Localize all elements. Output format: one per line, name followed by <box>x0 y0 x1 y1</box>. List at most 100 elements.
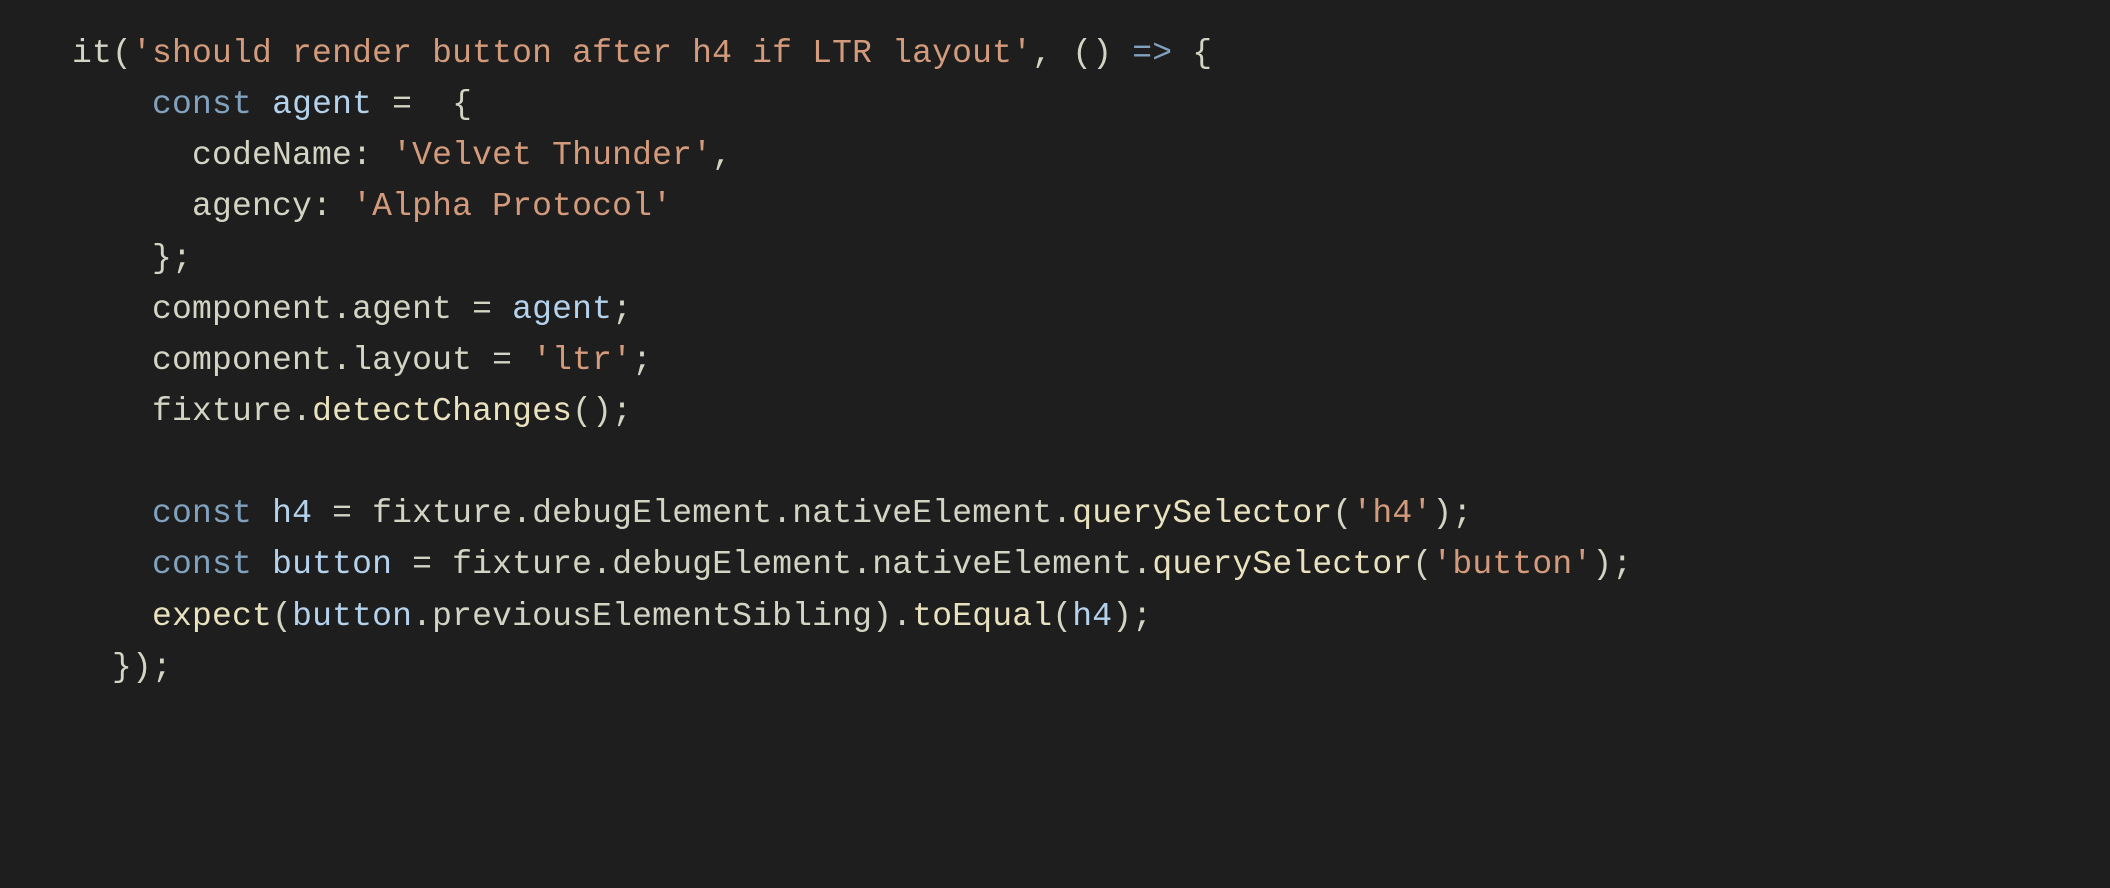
code-token: = <box>412 546 432 583</box>
code-token <box>72 393 152 430</box>
code-token: const <box>152 546 252 583</box>
code-token: it <box>72 35 112 72</box>
code-token: . <box>1132 546 1152 583</box>
code-token: ); <box>1112 598 1152 635</box>
code-token: => <box>1132 35 1172 72</box>
code-token <box>452 291 472 328</box>
code-token: previousElementSibling <box>432 598 872 635</box>
code-token <box>72 546 152 583</box>
code-token: = <box>332 495 352 532</box>
code-line: fixture.detectChanges(); <box>72 393 632 430</box>
code-token: const <box>152 495 252 532</box>
code-token: ; <box>612 291 632 328</box>
code-token <box>312 495 332 532</box>
code-token: . <box>852 546 872 583</box>
code-token: nativeElement <box>792 495 1052 532</box>
code-token: component <box>152 291 332 328</box>
code-token: ( <box>1052 598 1072 635</box>
code-token: }; <box>72 240 192 277</box>
code-token: 'h4' <box>1352 495 1432 532</box>
code-line: component.agent = agent; <box>72 291 632 328</box>
code-token <box>72 291 152 328</box>
code-token <box>72 137 192 174</box>
code-token <box>352 495 372 532</box>
code-token: layout <box>352 342 472 379</box>
code-line: agency: 'Alpha Protocol' <box>72 188 672 225</box>
code-block[interactable]: it('should render button after h4 if LTR… <box>0 0 2110 693</box>
code-token: debugElement <box>612 546 852 583</box>
code-line: it('should render button after h4 if LTR… <box>72 35 1212 72</box>
code-token: (); <box>572 393 632 430</box>
code-token: codeName <box>192 137 352 174</box>
code-token: querySelector <box>1072 495 1332 532</box>
code-token: . <box>292 393 312 430</box>
code-token: agent <box>352 291 452 328</box>
code-token: 'button' <box>1432 546 1592 583</box>
code-token <box>252 546 272 583</box>
code-line: }; <box>72 240 192 277</box>
code-token: fixture <box>452 546 592 583</box>
code-token: fixture <box>152 393 292 430</box>
code-token: h4 <box>1072 598 1112 635</box>
code-token: = <box>492 342 512 379</box>
code-token: fixture <box>372 495 512 532</box>
code-token <box>392 546 412 583</box>
code-token <box>252 86 272 123</box>
code-token <box>432 546 452 583</box>
code-token: { <box>412 86 472 123</box>
code-token: ( <box>1412 546 1432 583</box>
code-token: . <box>332 342 352 379</box>
code-token <box>472 342 492 379</box>
code-token: . <box>592 546 612 583</box>
code-token: , () <box>1032 35 1132 72</box>
code-token <box>72 86 152 123</box>
code-token <box>252 495 272 532</box>
code-token: 'Alpha Protocol' <box>352 188 672 225</box>
code-token <box>72 598 152 635</box>
code-token: ; <box>632 342 652 379</box>
code-token: { <box>1172 35 1212 72</box>
code-token: ). <box>872 598 912 635</box>
code-line: }); <box>72 649 172 686</box>
code-token: 'should render button after h4 if LTR la… <box>132 35 1032 72</box>
code-token: . <box>512 495 532 532</box>
code-token: . <box>1052 495 1072 532</box>
code-token: }); <box>72 649 172 686</box>
code-token: querySelector <box>1152 546 1412 583</box>
code-token: const <box>152 86 252 123</box>
code-token: button <box>272 546 392 583</box>
code-token: , <box>712 137 732 174</box>
code-token: agent <box>512 291 612 328</box>
code-token: h4 <box>272 495 312 532</box>
code-token: = <box>392 86 412 123</box>
code-token <box>72 342 152 379</box>
code-token: 'ltr' <box>532 342 632 379</box>
code-token: expect <box>152 598 272 635</box>
code-line: expect(button.previousElementSibling).to… <box>72 598 1152 635</box>
code-token: detectChanges <box>312 393 572 430</box>
code-token: ); <box>1592 546 1632 583</box>
code-token: ( <box>112 35 132 72</box>
code-token: : <box>352 137 392 174</box>
code-token: component <box>152 342 332 379</box>
code-token <box>512 342 532 379</box>
code-token <box>492 291 512 328</box>
code-token: agent <box>272 86 372 123</box>
code-token: debugElement <box>532 495 772 532</box>
code-token: ( <box>272 598 292 635</box>
code-token: button <box>292 598 412 635</box>
code-line: const button = fixture.debugElement.nati… <box>72 546 1632 583</box>
code-token: = <box>472 291 492 328</box>
code-token: toEqual <box>912 598 1052 635</box>
code-token: 'Velvet Thunder' <box>392 137 712 174</box>
code-token: agency <box>192 188 312 225</box>
code-token <box>72 495 152 532</box>
code-token: nativeElement <box>872 546 1132 583</box>
code-line: component.layout = 'ltr'; <box>72 342 652 379</box>
code-line: codeName: 'Velvet Thunder', <box>72 137 732 174</box>
code-line: const h4 = fixture.debugElement.nativeEl… <box>72 495 1472 532</box>
code-token <box>72 188 192 225</box>
code-token: ( <box>1332 495 1352 532</box>
code-token: ); <box>1432 495 1472 532</box>
code-token <box>372 86 392 123</box>
